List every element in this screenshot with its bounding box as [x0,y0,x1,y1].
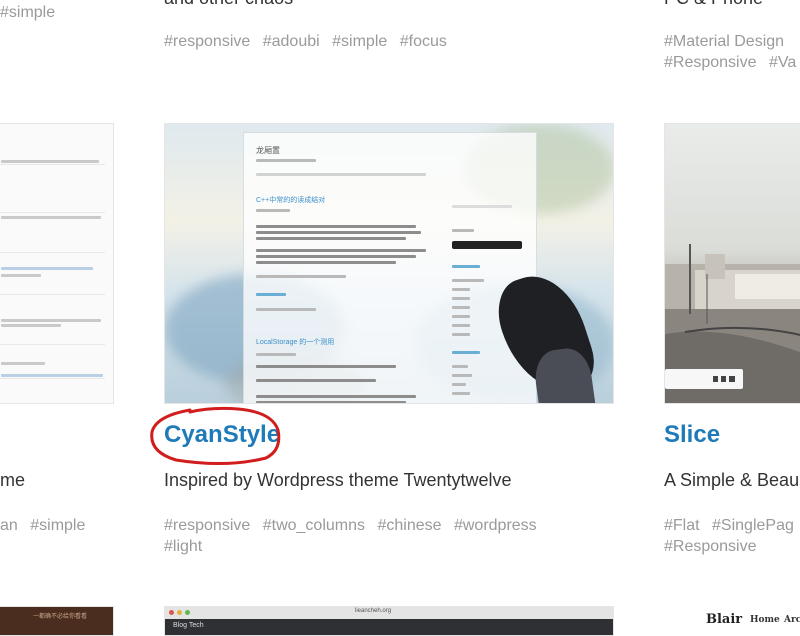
tag-link[interactable]: an [0,517,18,534]
left-card-description: me [0,470,26,490]
bottom-right-nav-arch: Arch [784,615,800,625]
slice-screenshot[interactable] [664,123,800,404]
screenshot-post-title: C++中常的的读成结对 [256,197,326,204]
cyanstyle-tags-line2: #light [164,536,210,557]
bottom-right-logo: Blair [706,612,743,627]
slice-tags-line2: #Responsive [664,536,765,557]
tag-link[interactable]: #SinglePag [712,517,794,534]
tag-link[interactable]: #light [164,538,202,555]
tag-link[interactable]: #focus [400,33,447,50]
tag-link[interactable]: #Flat [664,517,700,534]
screenshot-site-panel: 龙厢置 C++中常的的读成结对 LocalStorage 的一个测用 [243,132,537,403]
slice-scene-illustration [665,244,800,403]
right-card-description-top: PC & Phone [664,0,763,9]
left-card-tags: #simple [0,2,63,23]
screenshot-section-title: LocalStorage 的一个测用 [256,339,335,346]
tag-link[interactable]: #Responsive [664,538,757,555]
left-card-tags: an #simple [0,515,93,536]
cyanstyle-tags-line1: #responsive #two_columns #chinese #wordp… [164,515,545,536]
slice-title-link[interactable]: Slice [664,421,720,449]
bottom-center-url: lieancheh.org [355,608,392,614]
tag-link[interactable]: #simple [332,33,387,50]
cyanstyle-title-link[interactable]: CyanStyle [164,421,280,449]
center-card-description-top: and other chaos [164,0,293,9]
bottom-right-nav-home: Home [750,615,780,625]
tag-link[interactable]: #simple [0,4,55,21]
slice-description: A Simple & Beau [664,470,800,490]
right-card-tags-top-line2: #Responsive #Va [664,52,800,73]
tag-link[interactable]: #chinese [377,517,441,534]
tag-link[interactable]: #two_columns [263,517,365,534]
right-card-tags-top-line1: #Material Design [664,31,792,52]
screenshot-site-title: 龙厢置 [256,146,280,155]
bottom-center-screenshot[interactable]: lieancheh.org Blog Tech [164,606,614,636]
tag-link[interactable]: #adoubi [263,33,320,50]
tag-link[interactable]: #Material Design [664,33,784,50]
bottom-left-caption: 一都确不必给你看看 [33,614,88,620]
center-card-tags-top: #responsive #adoubi #simple #focus [164,31,455,52]
tag-link[interactable]: #simple [30,517,85,534]
tag-link[interactable]: #Responsive [664,54,757,71]
slice-music-widget [665,369,743,389]
cyanstyle-screenshot[interactable]: 龙厢置 C++中常的的读成结对 LocalStorage 的一个测用 [164,123,614,404]
left-theme-screenshot[interactable] [0,123,114,404]
cyanstyle-description: Inspired by Wordpress theme Twentytwelve [164,470,512,490]
tag-link[interactable]: #wordpress [454,517,537,534]
tag-link[interactable]: #responsive [164,33,250,50]
slice-tags-line1: #Flat #SinglePag [664,515,800,536]
tag-link[interactable]: #responsive [164,517,250,534]
screenshot-audio-player [452,241,522,249]
bottom-left-screenshot[interactable]: 一都确不必给你看看 [0,606,114,636]
tag-link[interactable]: #Va [769,54,796,71]
